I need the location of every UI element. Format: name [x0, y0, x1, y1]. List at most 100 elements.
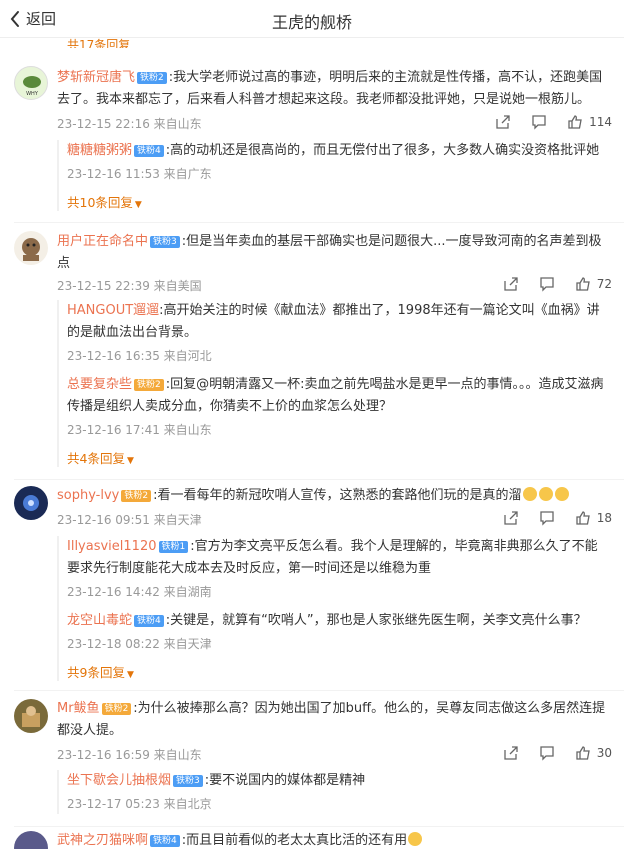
reply-username[interactable]: Illyasviel1120	[67, 539, 157, 554]
fan-badge: 铁粉3	[150, 236, 180, 248]
reply-meta: 23-12-18 08:22 来自天津	[67, 637, 212, 651]
reply-block: HANGOUT遛遛:高开始关注的时候《献血法》都推出了，1998年还有一篇论文叫…	[57, 300, 610, 467]
fan-badge: 铁粉3	[173, 775, 203, 787]
share-button[interactable]	[503, 745, 519, 761]
reply-text: :关键是，就算有“吹哨人”，那也是人家张继先医生啊，关李文亮什么事？	[165, 613, 587, 628]
like-button[interactable]: 30	[575, 745, 612, 761]
like-button[interactable]: 72	[575, 276, 612, 292]
emoji-icon	[538, 487, 553, 501]
reply-item: 坐下歇会儿抽根烟 铁粉3:要不说国内的媒体都是精神 23-12-17 05:23 …	[67, 770, 610, 814]
reply-block: 糖糖糖粥粥 铁粉4:高的动机还是很高尚的，而且无偿付出了很多，大多数人确实没资格批…	[57, 140, 610, 211]
svg-text:WHY: WHY	[26, 91, 39, 97]
caret-down-icon: ▼	[134, 200, 142, 210]
comment-username[interactable]: 用户正在命名中	[57, 234, 148, 249]
reply-text: :高的动机还是很高尚的，而且无偿付出了很多，大多数人确实没资格批评她	[165, 143, 600, 158]
emoji-icon	[522, 487, 537, 501]
reply-meta: 23-12-17 05:23 来自北京	[67, 797, 212, 811]
reply-item: 糖糖糖粥粥 铁粉4:高的动机还是很高尚的，而且无偿付出了很多，大多数人确实没资格批…	[67, 140, 610, 184]
more-replies-button[interactable]: 共10条回复 ▼	[67, 192, 142, 211]
like-count: 114	[589, 115, 612, 129]
reply-username[interactable]: 总要复杂些	[67, 377, 132, 392]
comment-meta: 23-12-16 16:59 来自山东	[57, 748, 202, 762]
share-icon	[504, 511, 518, 525]
share-icon	[504, 277, 518, 291]
comment-body: sophy-lvy 铁粉2:看一看每年的新冠吹哨人宣传，这熟悉的套路他们玩的是真的…	[57, 485, 610, 507]
comment-meta: 23-12-16 09:51 来自天津	[57, 513, 202, 527]
more-replies-button[interactable]: 共9条回复 ▼	[67, 662, 134, 681]
fan-badge: 铁粉4	[134, 145, 164, 157]
reply-item: 龙空山毒蛇 铁粉4:关键是，就算有“吹哨人”，那也是人家张继先医生啊，关李文亮什么…	[67, 610, 610, 654]
reply-username[interactable]: 龙空山毒蛇	[67, 613, 132, 628]
comment-button[interactable]	[531, 114, 547, 130]
reply-meta: 23-12-16 11:53 来自广东	[67, 167, 212, 181]
comment-body: Mr鲅鱼 铁粉2:为什么被捧那么高？因为她出国了加buff。他么的，吴尊友同志做这…	[57, 698, 610, 742]
divider	[14, 826, 624, 827]
comment-button[interactable]	[539, 745, 555, 761]
reply-meta: 23-12-16 14:42 来自湖南	[67, 585, 212, 599]
comment-button[interactable]	[539, 510, 555, 526]
comment-body: 梦斩新冠唐飞 铁粉2:我大学老师说过高的事迹，明明后来的主流就是性传播，高不认，还…	[57, 67, 610, 111]
fan-badge: 铁粉2	[134, 379, 164, 391]
emoji-icon	[554, 487, 569, 501]
comment-actions: 18	[483, 510, 612, 526]
reply-item: HANGOUT遛遛:高开始关注的时候《献血法》都推出了，1998年还有一篇论文叫…	[67, 300, 610, 366]
reply-meta: 23-12-16 17:41 来自山东	[67, 423, 212, 437]
top-bar: 返回 王虎的舰桥	[0, 0, 624, 38]
avatar[interactable]	[14, 831, 48, 849]
page-title: 王虎的舰桥	[271, 13, 352, 32]
share-icon	[504, 746, 518, 760]
avatar[interactable]	[14, 231, 48, 265]
divider	[14, 222, 624, 223]
comment-text: :为什么被捧那么高？因为她出国了加buff。他么的，吴尊友同志做这么多居然连提都…	[57, 701, 606, 738]
fan-badge: 铁粉2	[121, 490, 152, 502]
like-button[interactable]: 114	[567, 114, 612, 130]
avatar[interactable]	[14, 486, 48, 520]
fan-badge: 铁粉2	[101, 703, 132, 715]
comment-icon	[540, 277, 554, 292]
reply-username[interactable]: 坐下歇会儿抽根烟	[67, 773, 171, 788]
caret-down-icon: ▼	[126, 670, 134, 680]
avatar[interactable]: WHY	[14, 66, 48, 100]
reply-username[interactable]: 糖糖糖粥粥	[67, 143, 132, 158]
comment-username[interactable]: sophy-lvy	[57, 488, 119, 503]
comment-icon	[532, 115, 546, 130]
share-button[interactable]	[495, 114, 511, 130]
fan-badge: 铁粉1	[158, 541, 189, 553]
comment-icon	[540, 746, 554, 761]
comment-actions: 72	[483, 276, 612, 292]
share-button[interactable]	[503, 276, 519, 292]
thumbs-up-icon	[576, 277, 590, 291]
reply-username[interactable]: HANGOUT遛遛	[67, 303, 159, 318]
comment-actions: 114	[475, 114, 612, 130]
divider	[14, 479, 624, 480]
reply-meta: 23-12-16 16:35 来自河北	[67, 349, 212, 363]
comment-meta: 23-12-15 22:16 来自山东	[57, 117, 202, 131]
thumbs-up-icon	[576, 746, 590, 760]
fan-badge: 铁粉4	[150, 835, 180, 847]
reply-item: 总要复杂些 铁粉2:回复@明朝清露又一杯:卖血之前先喝盐水是更早一点的事情。。。造…	[67, 374, 610, 440]
comment-username[interactable]: 武神之刃猫咪啊	[57, 833, 148, 848]
thumbs-up-icon	[576, 511, 590, 525]
divider	[14, 690, 624, 691]
comment-body: 武神之刃猫咪啊 铁粉4:而且目前看似的老太太真比活的还有用	[57, 830, 610, 849]
comment-button[interactable]	[539, 276, 555, 292]
avatar[interactable]	[14, 699, 48, 733]
share-icon	[496, 115, 510, 129]
comment-text: :而且目前看似的老太太真比活的还有用	[181, 833, 408, 848]
comment-body: 用户正在命名中 铁粉3:但是当年卖血的基层干部确实也是问题很大...一度导致河南的…	[57, 231, 610, 275]
fan-badge: 铁粉2	[137, 72, 167, 84]
like-count: 30	[596, 746, 612, 760]
reply-item: Illyasviel1120 铁粉1:官方为李文亮平反怎么看。我个人是理解的，毕竟…	[67, 536, 610, 602]
comment-actions: 30	[483, 745, 612, 761]
comment-username[interactable]: 梦斩新冠唐飞	[57, 70, 135, 85]
comment-username[interactable]: Mr鲅鱼	[57, 701, 100, 716]
like-count: 72	[596, 277, 612, 291]
like-button[interactable]: 18	[575, 510, 612, 526]
comment-text: :看一看每年的新冠吹哨人宣传，这熟悉的套路他们玩的是真的溜	[153, 488, 522, 503]
reply-block: 坐下歇会儿抽根烟 铁粉3:要不说国内的媒体都是精神 23-12-17 05:23 …	[57, 770, 610, 814]
share-button[interactable]	[503, 510, 519, 526]
more-replies-button[interactable]: 共4条回复 ▼	[67, 448, 134, 467]
reply-text: :要不说国内的媒体都是精神	[204, 773, 366, 788]
fan-badge: 铁粉4	[134, 615, 164, 627]
comment-meta: 23-12-15 22:39 来自美国	[57, 279, 202, 293]
